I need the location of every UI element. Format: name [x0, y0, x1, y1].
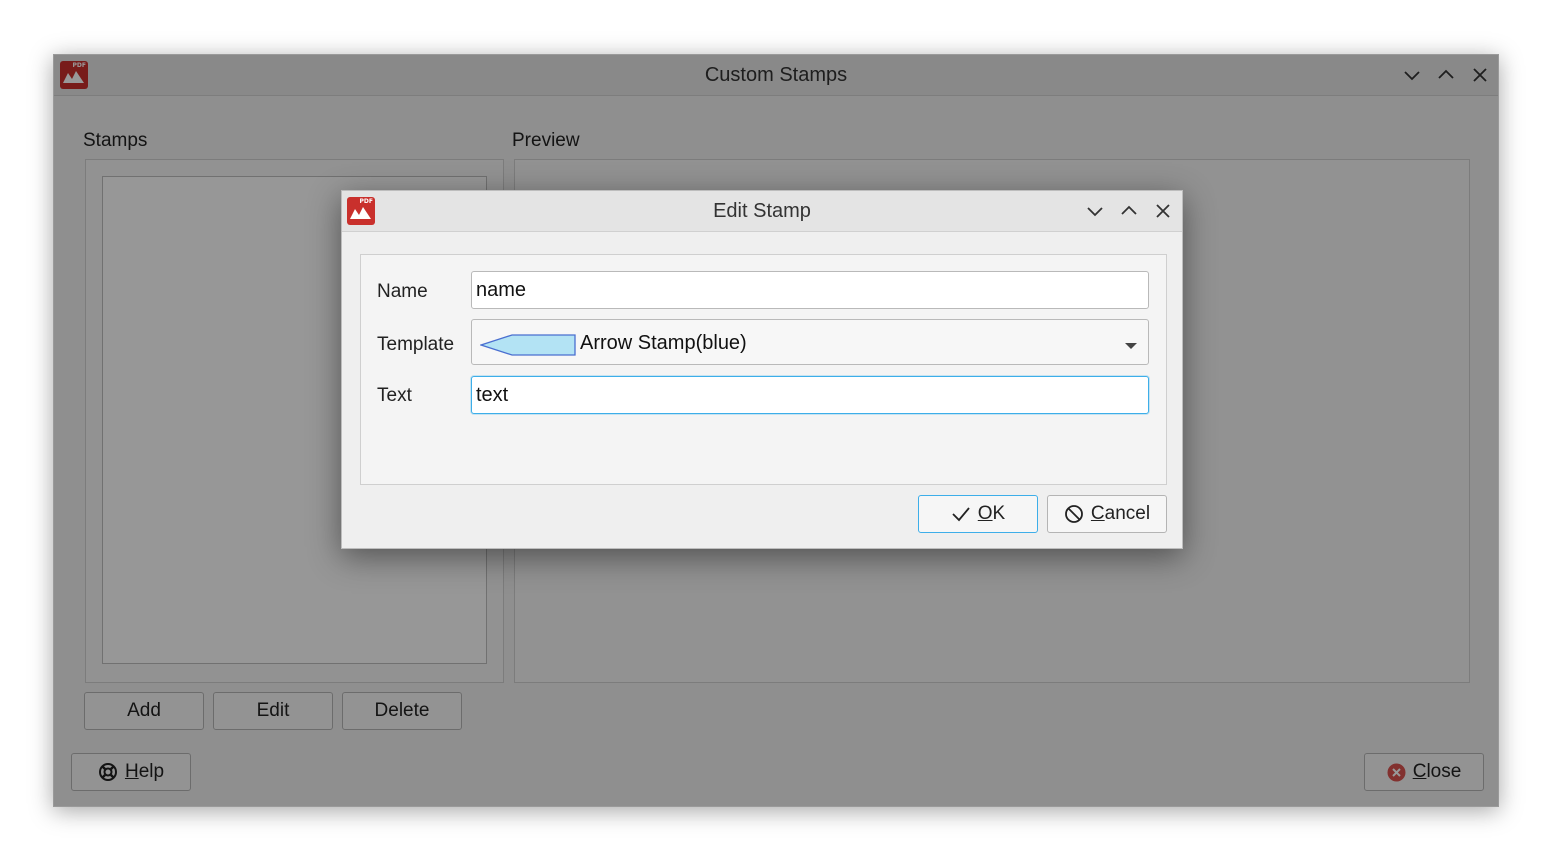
preview-group-label: Preview — [512, 130, 580, 151]
edit-button-label: Edit — [256, 700, 290, 721]
cancel-button-label: Cancel — [1091, 503, 1150, 525]
edit-button[interactable]: Edit — [213, 692, 333, 730]
stamp-form: Name name Template Arrow Stamp(blue) Tex… — [360, 254, 1167, 485]
close-button-label: Close — [1413, 761, 1462, 783]
name-field[interactable]: name — [471, 271, 1149, 309]
template-dropdown[interactable]: Arrow Stamp(blue) — [471, 319, 1149, 365]
help-mnemonic: H — [124, 761, 139, 782]
template-label: Template — [377, 334, 455, 355]
close-icon[interactable] — [1153, 201, 1173, 221]
ok-rest: K — [992, 503, 1006, 524]
name-label: Name — [377, 281, 428, 302]
cancel-icon — [1064, 504, 1084, 524]
template-value: Arrow Stamp(blue) — [580, 332, 747, 354]
window-title: Custom Stamps — [704, 64, 848, 86]
dialog-title: Edit Stamp — [713, 200, 811, 222]
arrow-stamp-icon — [478, 334, 576, 356]
close-mnemonic: C — [1412, 761, 1427, 782]
ok-mnemonic: O — [977, 503, 993, 524]
lifebuoy-icon — [98, 762, 118, 782]
chevron-down-icon[interactable] — [1402, 65, 1422, 85]
ok-button-label: OK — [978, 503, 1005, 525]
window-titlebar[interactable]: PDF Custom Stamps — [54, 55, 1498, 96]
chevron-up-icon[interactable] — [1119, 201, 1139, 221]
help-button[interactable]: Help — [71, 753, 191, 791]
dialog-titlebar[interactable]: PDF Edit Stamp — [342, 191, 1182, 232]
cancel-mnemonic: C — [1090, 503, 1105, 524]
chevron-up-icon[interactable] — [1436, 65, 1456, 85]
edit-stamp-dialog: PDF Edit Stamp Name name Template Arrow … — [341, 190, 1183, 549]
help-button-label: Help — [125, 761, 164, 783]
close-circle-icon — [1387, 763, 1406, 782]
chevron-down-icon[interactable] — [1085, 201, 1105, 221]
checkmark-icon — [951, 504, 971, 524]
help-rest: elp — [138, 761, 165, 782]
text-field[interactable]: text — [471, 376, 1149, 414]
delete-button-label: Delete — [374, 700, 430, 721]
dropdown-arrow-icon — [1124, 338, 1138, 349]
cancel-button[interactable]: Cancel — [1047, 495, 1167, 533]
text-label: Text — [377, 385, 412, 406]
close-button[interactable]: Close — [1364, 753, 1484, 791]
ok-button[interactable]: OK — [918, 495, 1038, 533]
add-button[interactable]: Add — [84, 692, 204, 730]
close-icon[interactable] — [1470, 65, 1490, 85]
cancel-rest: ancel — [1104, 503, 1151, 524]
add-button-label: Add — [127, 700, 161, 721]
stamps-group-label: Stamps — [83, 130, 148, 151]
delete-button[interactable]: Delete — [342, 692, 462, 730]
close-rest: lose — [1426, 761, 1462, 782]
